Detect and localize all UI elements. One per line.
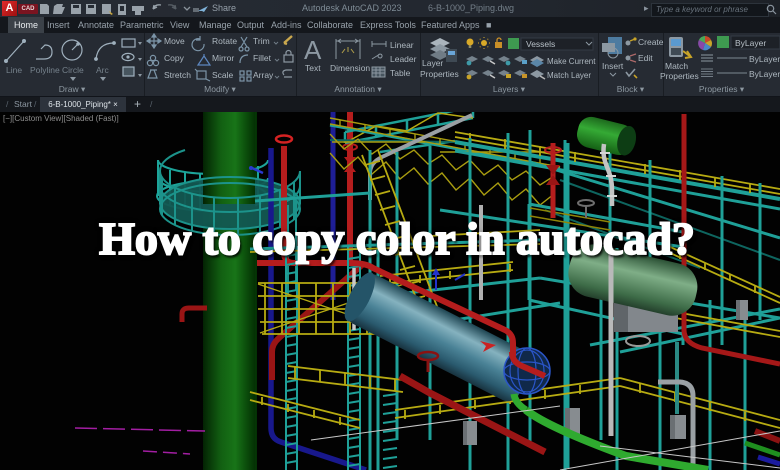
svg-text:Insert: Insert [602,61,624,71]
svg-text:Arc: Arc [96,65,110,75]
svg-text:Properties: Properties [660,71,699,81]
svg-text:ByLayer: ByLayer [735,38,766,48]
svg-text:Linear: Linear [390,40,414,50]
svg-text:Layer: Layer [422,58,443,68]
svg-text:Match Layer: Match Layer [547,71,591,80]
svg-text:Fillet: Fillet [253,53,272,63]
svg-text:Copy: Copy [164,53,185,63]
svg-text:Make Current: Make Current [547,57,596,66]
svg-text:Vessels: Vessels [526,39,555,49]
svg-text:Text: Text [305,63,321,73]
svg-text:Rotate: Rotate [212,36,237,46]
svg-text:Dimension: Dimension [330,63,370,73]
svg-text:Properties: Properties [420,69,459,79]
svg-text:Leader: Leader [390,54,417,64]
svg-text:Trim: Trim [253,36,270,46]
svg-text:Match: Match [665,61,688,71]
svg-text:Edit: Edit [638,53,653,63]
svg-text:Mirror: Mirror [212,53,234,63]
svg-text:Array: Array [253,70,274,80]
svg-text:Create: Create [638,37,664,47]
svg-text:Stretch: Stretch [164,70,191,80]
svg-text:Move: Move [164,36,185,46]
svg-text:Line: Line [6,65,22,75]
svg-text:Scale: Scale [212,70,234,80]
svg-text:ByLayer: ByLayer [749,54,780,64]
svg-text:Circle: Circle [62,65,84,75]
svg-text:ByLayer: ByLayer [749,69,780,79]
svg-text:Table: Table [390,68,411,78]
svg-text:A: A [304,35,322,65]
svg-text:Polyline: Polyline [30,65,60,75]
